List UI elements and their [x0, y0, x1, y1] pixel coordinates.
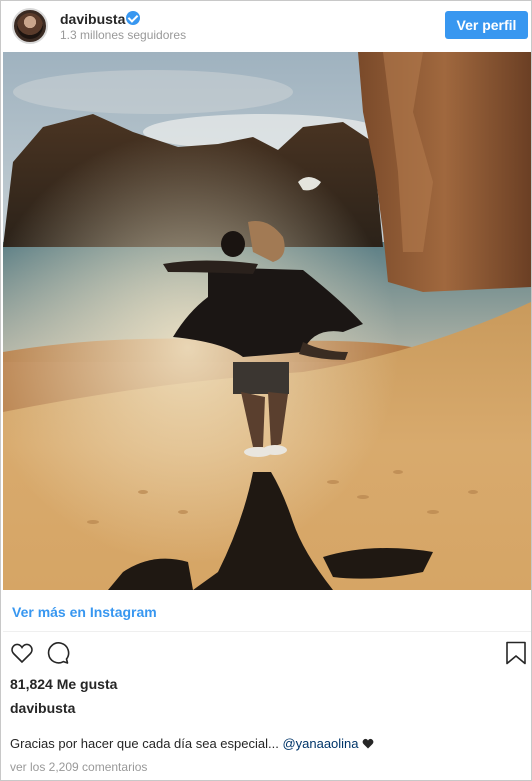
bookmark-icon[interactable]	[505, 641, 527, 665]
followers-count: 1.3 millones seguidores	[60, 28, 187, 42]
likes-count: 81,824 Me gusta	[10, 676, 117, 692]
action-bar	[1, 639, 531, 669]
caption-text: Gracias por hacer que cada día sea espec…	[10, 736, 283, 751]
post-owner[interactable]: davibusta	[10, 700, 75, 716]
divider	[3, 631, 531, 632]
view-comments-link[interactable]: ver los 2,209 comentarios	[10, 760, 147, 774]
view-more-link[interactable]: Ver más en Instagram	[12, 604, 157, 620]
likes-label: Me gusta	[56, 676, 118, 692]
speech-bubble-icon[interactable]	[46, 641, 70, 665]
heart-outline-icon[interactable]	[10, 641, 34, 665]
view-profile-button[interactable]: Ver perfil	[445, 11, 528, 39]
username[interactable]: davibusta	[60, 11, 125, 27]
black-heart-icon	[362, 737, 374, 752]
caption: Gracias por hacer que cada día sea espec…	[10, 736, 374, 752]
instagram-embed-card: davibusta 1.3 millones seguidores Ver pe…	[0, 0, 532, 781]
mention-link[interactable]: @yanaaolina	[282, 736, 358, 751]
post-photo[interactable]	[3, 52, 531, 590]
verified-badge-icon	[126, 11, 140, 25]
avatar[interactable]	[12, 8, 48, 44]
likes-number: 81,824	[10, 676, 53, 692]
post-header: davibusta 1.3 millones seguidores Ver pe…	[1, 1, 531, 51]
